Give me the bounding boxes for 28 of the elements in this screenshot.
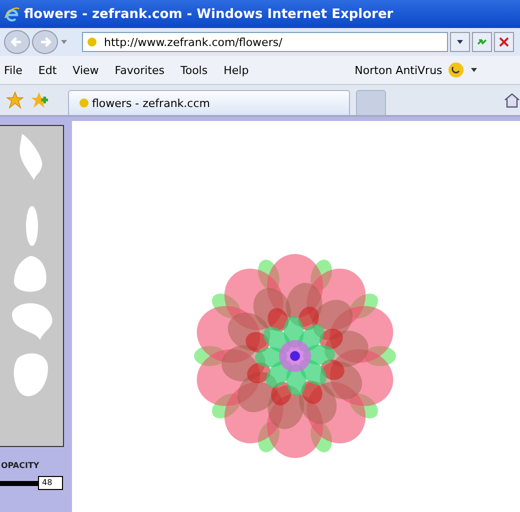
menu-item[interactable]: File xyxy=(4,64,22,76)
browser-tab[interactable]: flowers - zefrank.ccm xyxy=(68,90,350,115)
menu-item[interactable]: View xyxy=(72,64,99,76)
browser-logo-icon xyxy=(4,6,20,22)
add-favorite-icon[interactable] xyxy=(30,91,48,109)
menu-item[interactable]: Help xyxy=(224,64,249,76)
window-title: flowers - zefrank.com - Windows Internet Explorer xyxy=(24,6,394,22)
star-icon[interactable] xyxy=(6,91,24,109)
opacity-value-field[interactable]: 48 xyxy=(38,476,63,490)
address-dropdown-button[interactable] xyxy=(450,32,470,52)
home-icon[interactable] xyxy=(504,92,520,108)
site-icon xyxy=(87,37,97,47)
close-icon xyxy=(498,36,510,48)
caret-icon xyxy=(456,38,464,46)
dropdown-caret-icon[interactable] xyxy=(470,66,478,74)
menu-item[interactable]: Favorites xyxy=(114,64,164,76)
menu-item[interactable]: Edt xyxy=(38,64,57,76)
opacity-label: OPACITY xyxy=(0,461,40,470)
url-text: http://www.zefrank.com/flowers/ xyxy=(104,36,282,48)
site-icon xyxy=(79,98,89,108)
back-button[interactable] xyxy=(4,30,30,54)
address-field[interactable]: http://www.zefrank.com/flowers/ xyxy=(82,32,448,52)
tab-title: flowers - zefrank.ccm xyxy=(92,96,210,110)
opacity-slider[interactable] xyxy=(0,480,38,486)
toolbar-button[interactable]: Norton AntiVrus xyxy=(354,64,442,76)
stop-button[interactable] xyxy=(494,32,514,52)
menu-item[interactable]: Tools xyxy=(180,64,208,76)
forward-button[interactable] xyxy=(32,30,58,54)
